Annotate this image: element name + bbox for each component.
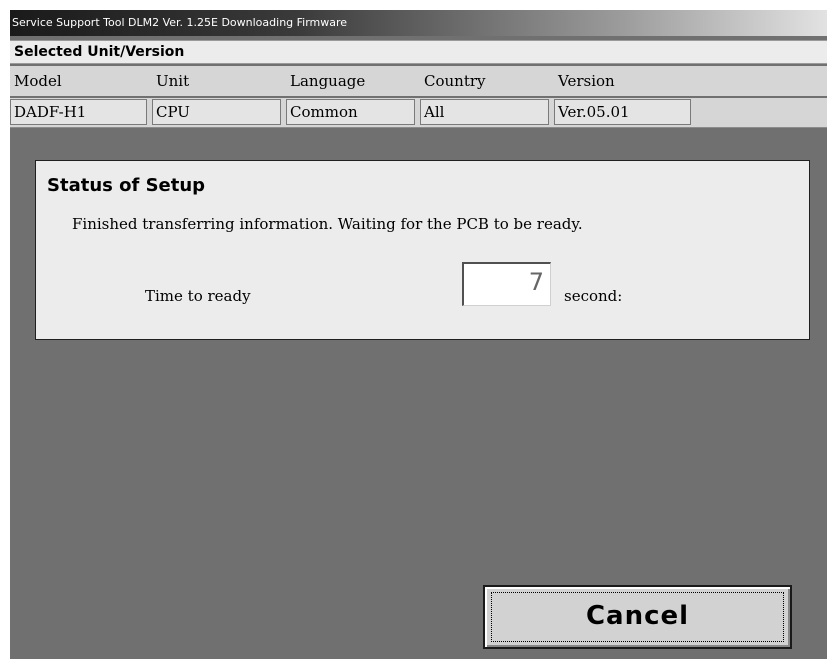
language-value: Common [286,99,415,125]
app-window: Service Support Tool DLM2 Ver. 1.25E Dow… [10,10,827,659]
column-header-model: Model [14,72,62,90]
selected-unit-version-header: Selected Unit/Version [10,40,827,64]
column-header-version: Version [558,72,615,90]
time-to-ready-value: 7 [462,262,551,306]
version-value: Ver.05.01 [554,99,691,125]
time-to-ready-label: Time to ready [145,287,251,305]
column-header-country: Country [424,72,486,90]
title-bar: Service Support Tool DLM2 Ver. 1.25E Dow… [10,10,827,36]
unit-value: CPU [152,99,281,125]
column-headers: Model Unit Language Country Version [10,66,827,96]
column-header-language: Language [290,72,366,90]
status-of-setup-panel: Status of Setup Finished transferring in… [35,160,810,340]
model-value: DADF-H1 [10,99,147,125]
status-title: Status of Setup [47,175,206,196]
status-message: Finished transferring information. Waiti… [72,215,583,233]
cancel-button[interactable]: Cancel [483,585,792,649]
selected-values-row: DADF-H1 CPU Common All Ver.05.01 [10,98,827,128]
time-unit-label: second: [564,287,623,305]
column-header-unit: Unit [156,72,190,90]
cancel-button-label: Cancel [585,601,690,631]
country-value: All [420,99,549,125]
